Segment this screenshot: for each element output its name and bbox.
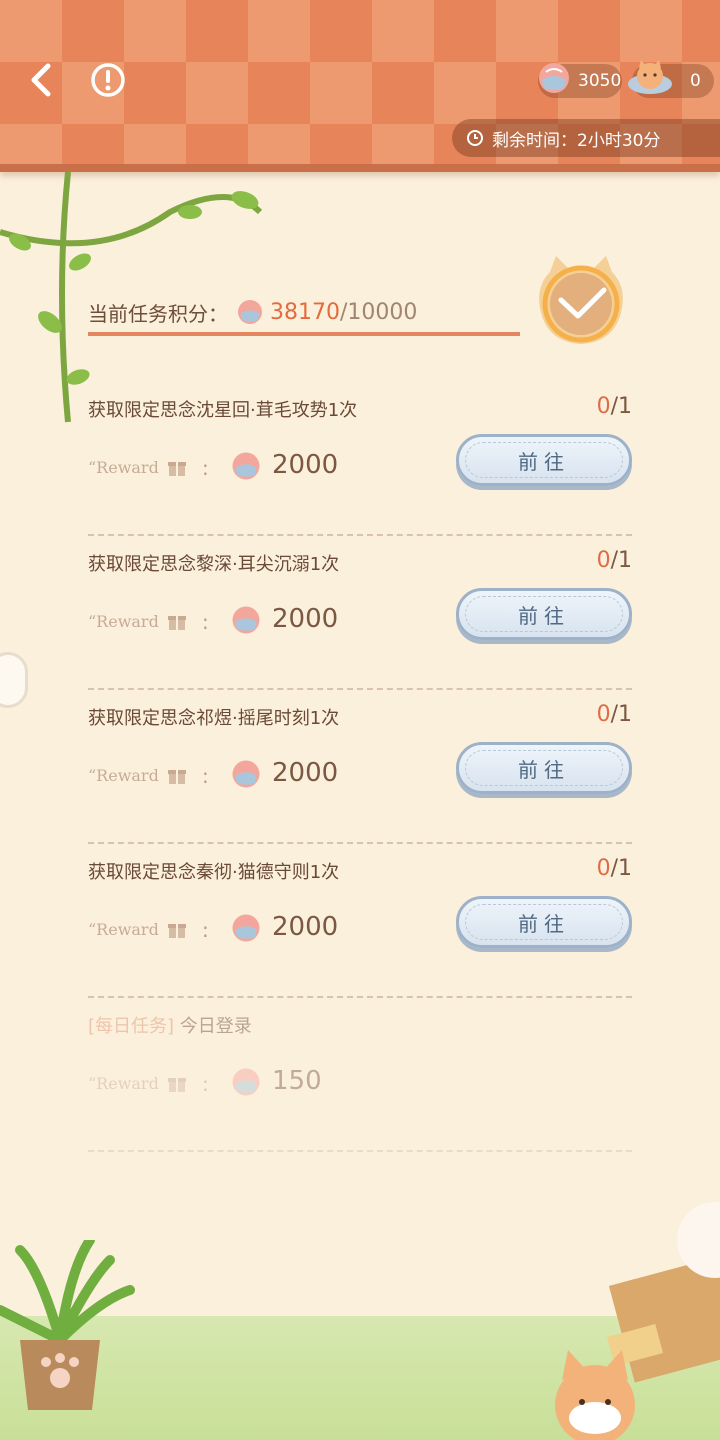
divider (88, 996, 632, 998)
reward-amount: 2000 (272, 758, 339, 788)
shell-coin-icon (232, 914, 260, 942)
task-progress: 0/1 (596, 856, 632, 881)
task-progress-total: 1 (618, 548, 632, 573)
gift-icon (168, 770, 186, 784)
go-button[interactable]: 前往 (456, 742, 632, 794)
task-title: 获取限定思念沈星回·茸毛攻势1次 (88, 400, 358, 421)
task-score-separator: / (340, 299, 348, 325)
reward-colon: : (202, 610, 209, 634)
clock-icon (467, 130, 483, 146)
reward-label: “Reward (88, 1074, 159, 1093)
task-item: 获取限定思念沈星回·茸毛攻势1次 0/1 “Reward : 2000 前往 (88, 394, 632, 536)
divider (88, 842, 632, 844)
shell-coin-icon (232, 1068, 260, 1096)
task-title: 获取限定思念黎深·耳尖沉溺1次 (88, 554, 340, 575)
daily-task-title: [每日任务] 今日登录 (88, 1012, 252, 1038)
reward-label: “Reward (88, 612, 159, 631)
side-tab-handle[interactable] (0, 652, 28, 708)
go-button[interactable]: 前往 (456, 588, 632, 640)
shell-coin-icon (232, 760, 260, 788)
task-score: 当前任务积分： 38170 / 10000 (88, 292, 520, 336)
daily-task-tag: [每日任务] (88, 1016, 175, 1037)
task-progress-done: 0 (596, 548, 611, 573)
task-title: 获取限定思念祁煜·摇尾时刻1次 (88, 708, 340, 729)
shell-coin-icon (232, 452, 260, 480)
shell-coin-icon (232, 606, 260, 634)
gift-icon (168, 924, 186, 938)
reward-colon: : (202, 1072, 209, 1096)
task-item: 获取限定思念祁煜·摇尾时刻1次 0/1 “Reward : 2000 前往 (88, 702, 632, 844)
go-button[interactable]: 前往 (456, 896, 632, 948)
task-progress-done: 0 (596, 702, 611, 727)
task-score-max: 10000 (347, 299, 418, 325)
task-score-current: 38170 (270, 299, 340, 325)
reward-colon: : (202, 456, 209, 480)
info-icon[interactable] (88, 60, 128, 100)
gift-icon (168, 462, 186, 476)
reward-label: “Reward (88, 766, 159, 785)
gift-icon (168, 616, 186, 630)
task-score-label: 当前任务积分： (88, 301, 228, 326)
shell-currency: 3050 (538, 63, 622, 98)
divider (88, 1150, 632, 1152)
divider (88, 534, 632, 536)
go-button[interactable]: 前往 (456, 434, 632, 486)
reward-colon: : (202, 918, 209, 942)
shell-coin-icon (539, 63, 569, 93)
reward-amount: 2000 (272, 450, 339, 480)
cat-currency: 0 (628, 60, 714, 98)
task-title: 获取限定思念秦彻·猫德守则1次 (88, 862, 340, 883)
task-progress-done: 0 (596, 856, 611, 881)
task-progress-total: 1 (618, 702, 632, 727)
shell-coin-icon (238, 300, 262, 324)
remaining-time-text: 剩余时间：2小时30分 (492, 130, 661, 151)
cat-currency-value: 0 (690, 71, 701, 91)
task-progress: 0/1 (596, 394, 632, 419)
reward-colon: : (202, 764, 209, 788)
daily-task-item: [每日任务] 今日登录 “Reward : 150 (88, 1012, 632, 1152)
remaining-time: 剩余时间：2小时30分 (452, 119, 720, 157)
reward-amount: 2000 (272, 604, 339, 634)
reward-amount: 150 (272, 1066, 322, 1096)
header-bar: 3050 0 剩余时间：2小时30分 (0, 0, 720, 172)
cat-token-icon (628, 60, 672, 94)
cat-box-decoration (555, 1202, 720, 1440)
task-progress-total: 1 (618, 394, 632, 419)
reward-amount: 2000 (272, 912, 339, 942)
shell-currency-value: 3050 (578, 71, 622, 91)
task-progress: 0/1 (596, 702, 632, 727)
task-progress-total: 1 (618, 856, 632, 881)
daily-task-name: 今日登录 (179, 1016, 252, 1037)
task-item: 获取限定思念黎深·耳尖沉溺1次 0/1 “Reward : 2000 前往 (88, 548, 632, 690)
back-arrow-icon[interactable] (22, 56, 62, 104)
potted-plant-decoration (0, 1240, 135, 1410)
reward-label: “Reward (88, 920, 159, 939)
task-progress-done: 0 (596, 394, 611, 419)
task-progress: 0/1 (596, 548, 632, 573)
reward-label: “Reward (88, 458, 159, 477)
gift-icon (168, 1078, 186, 1092)
task-item: 获取限定思念秦彻·猫德守则1次 0/1 “Reward : 2000 前往 (88, 856, 632, 998)
divider (88, 688, 632, 690)
claim-check-icon[interactable] (528, 252, 634, 348)
